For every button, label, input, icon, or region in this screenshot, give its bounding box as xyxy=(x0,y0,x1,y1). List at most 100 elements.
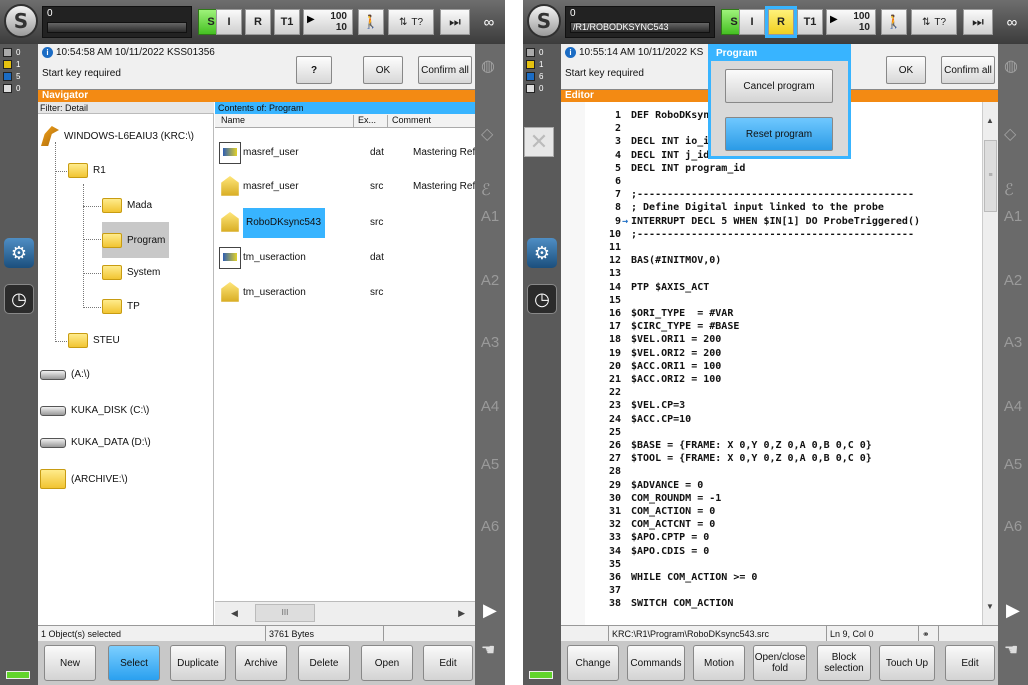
hand-icon[interactable]: ☚ xyxy=(1004,640,1018,660)
axis-label-a5[interactable]: A5 xyxy=(475,456,505,473)
file-row[interactable]: masref_userdatMastering Reference U xyxy=(215,138,505,168)
tree-node-drive-c[interactable]: KUKA_DISK (C:\) xyxy=(40,405,149,416)
code-line[interactable]: 38 SWITCH COM_ACTION xyxy=(585,598,733,610)
jog-person-icon[interactable]: 🚶 xyxy=(881,9,907,35)
code-line[interactable]: 28 xyxy=(585,466,631,478)
archive-button[interactable]: Archive xyxy=(235,645,287,681)
override-button[interactable]: ▶ 100 10 xyxy=(303,9,353,35)
axis-label-a3[interactable]: A3 xyxy=(475,334,505,351)
tool-base-button[interactable]: ⇅ T? xyxy=(388,9,434,35)
duplicate-button[interactable]: Duplicate xyxy=(170,645,226,681)
code-line[interactable]: 23 $VEL.CP=3 xyxy=(585,400,685,412)
drives-button[interactable]: I xyxy=(216,9,242,35)
scroll-left-icon[interactable]: ◀ xyxy=(231,608,238,619)
code-line[interactable]: 32 COM_ACTCNT = 0 xyxy=(585,519,715,531)
tree-node-root[interactable]: WINDOWS-L6EAIU3 (KRC:\) xyxy=(41,126,194,146)
code-line[interactable]: 10 ;-------------------------------------… xyxy=(585,229,914,241)
tree-node-drive-d[interactable]: KUKA_DATA (D:\) xyxy=(40,437,151,448)
code-line[interactable]: 19 $VEL.ORI2 = 200 xyxy=(585,348,721,360)
code-line[interactable]: 34 $APO.CDIS = 0 xyxy=(585,546,709,558)
code-line[interactable]: 26 $BASE = {FRAME: X 0,Y 0,Z 0,A 0,B 0,C … xyxy=(585,440,872,452)
kuka-logo-button[interactable]: S xyxy=(527,4,561,38)
axis-label-a4[interactable]: A4 xyxy=(998,398,1028,415)
col-name[interactable]: Name xyxy=(221,115,245,125)
infinity-icon[interactable]: ∞ xyxy=(476,9,502,35)
code-line[interactable]: 11 xyxy=(585,242,631,254)
motion-button[interactable]: Motion xyxy=(693,645,745,681)
program-status-box[interactable]: 0 xyxy=(42,6,192,38)
confirm-all-button[interactable]: Confirm all xyxy=(941,56,995,84)
kuka-logo-button[interactable]: S xyxy=(4,4,38,38)
block-selection-button[interactable]: Block selection xyxy=(817,645,871,681)
override-button[interactable]: ▶ 100 10 xyxy=(826,9,876,35)
reset-program-button[interactable]: Reset program xyxy=(725,117,833,151)
code-line[interactable]: 13 xyxy=(585,268,631,280)
tree-node-r1[interactable]: R1 xyxy=(68,163,106,178)
space-mouse-icon[interactable]: ℰ xyxy=(1004,180,1014,200)
code-line[interactable]: 33 $APO.CPTP = 0 xyxy=(585,532,709,544)
code-line[interactable]: 14 PTP $AXIS_ACT xyxy=(585,282,709,294)
space-mouse-icon[interactable]: ℰ xyxy=(481,180,491,200)
start-forward-icon[interactable]: ▶ xyxy=(483,600,497,621)
code-line[interactable]: 2 xyxy=(585,123,631,135)
cancel-program-button[interactable]: Cancel program xyxy=(725,69,833,103)
jog-person-icon[interactable]: 🚶 xyxy=(358,9,384,35)
clock-icon[interactable]: ◷ xyxy=(4,284,34,314)
code-line[interactable]: 25 xyxy=(585,427,631,439)
col-ext[interactable]: Ex... xyxy=(353,115,376,128)
scroll-thumb[interactable]: III xyxy=(255,604,315,622)
code-line[interactable]: 18 $VEL.ORI1 = 200 xyxy=(585,334,721,346)
code-line[interactable]: 29 $ADVANCE = 0 xyxy=(585,480,703,492)
file-row[interactable]: tm_useraction dat xyxy=(215,243,475,273)
robot-interpreter-button[interactable]: R xyxy=(245,9,271,35)
tree-node-drive-a[interactable]: (A:\) xyxy=(40,369,90,380)
clock-icon[interactable]: ◷ xyxy=(527,284,557,314)
axis-label-a1[interactable]: A1 xyxy=(475,208,505,225)
tree-node-mada[interactable]: Mada xyxy=(102,198,152,213)
axis-label-a4[interactable]: A4 xyxy=(475,398,505,415)
hand-icon[interactable]: ☚ xyxy=(481,640,495,660)
axis-label-a6[interactable]: A6 xyxy=(475,518,505,535)
operating-mode-button[interactable]: T1 xyxy=(797,9,823,35)
file-row-selected[interactable]: RoboDKsync543 src xyxy=(215,208,475,238)
axis-label-a5[interactable]: A5 xyxy=(998,456,1028,473)
code-line[interactable]: 35 xyxy=(585,559,631,571)
code-line[interactable]: 21 $ACC.ORI2 = 100 xyxy=(585,374,721,386)
message-window[interactable]: i 10:54:58 AM 10/11/2022 KSS01356 Start k… xyxy=(38,44,475,90)
robot-gear-icon[interactable]: ⚙ xyxy=(4,238,34,268)
program-status-box[interactable]: 0 /R1/ROBODKSYNC543 xyxy=(565,6,715,38)
jog-arrows-icon[interactable]: ◇ xyxy=(481,124,493,144)
axis-label-a6[interactable]: A6 xyxy=(998,518,1028,535)
touch-up-button[interactable]: Touch Up xyxy=(879,645,935,681)
code-line[interactable]: 8 ; Define Digital input linked to the pr… xyxy=(585,202,884,214)
delete-button[interactable]: Delete xyxy=(298,645,350,681)
new-button[interactable]: New xyxy=(44,645,96,681)
tree-node-steu[interactable]: STEU xyxy=(68,333,120,348)
scroll-right-icon[interactable]: ▶ xyxy=(458,608,465,619)
code-line[interactable]: 16 $ORI_TYPE = #VAR xyxy=(585,308,733,320)
globe-icon[interactable]: ◍ xyxy=(481,56,495,76)
code-line[interactable]: 12 BAS(#INITMOV,0) xyxy=(585,255,721,267)
vertical-scrollbar[interactable]: ▲ ≡ ▼ xyxy=(982,102,998,625)
start-forward-icon[interactable]: ▶ xyxy=(1006,600,1020,621)
infinity-icon[interactable]: ∞ xyxy=(999,9,1025,35)
code-line[interactable]: 7 ;--------------------------------------… xyxy=(585,189,914,201)
jog-arrows-icon[interactable]: ◇ xyxy=(1004,124,1016,144)
robot-interpreter-button[interactable]: R xyxy=(765,6,797,38)
code-line[interactable]: 1 DEF RoboDKsync5 xyxy=(585,110,721,122)
code-line[interactable]: 30 COM_ROUNDM = -1 xyxy=(585,493,721,505)
file-row[interactable]: masref_usersrcMastering Reference U xyxy=(215,172,505,202)
code-editor[interactable]: 1 DEF RoboDKsync5 2 3 DECL INT io_id 4 DECL IN… xyxy=(585,102,998,625)
scroll-up-icon[interactable]: ▲ xyxy=(986,116,994,125)
commands-button[interactable]: Commands xyxy=(627,645,685,681)
select-button[interactable]: Select xyxy=(108,645,160,681)
code-line[interactable]: 24 $ACC.CP=10 xyxy=(585,414,691,426)
robot-gear-icon[interactable]: ⚙ xyxy=(527,238,557,268)
axis-label-a2[interactable]: A2 xyxy=(475,272,505,289)
tree-node-system[interactable]: System xyxy=(102,265,160,280)
operating-mode-button[interactable]: T1 xyxy=(274,9,300,35)
code-line[interactable]: 4 DECL INT j_id xyxy=(585,150,709,162)
col-comment[interactable]: Comment xyxy=(387,115,431,128)
tree-node-archive[interactable]: (ARCHIVE:\) xyxy=(40,469,128,489)
incremental-jog-icon[interactable]: ⏭ xyxy=(963,9,993,35)
